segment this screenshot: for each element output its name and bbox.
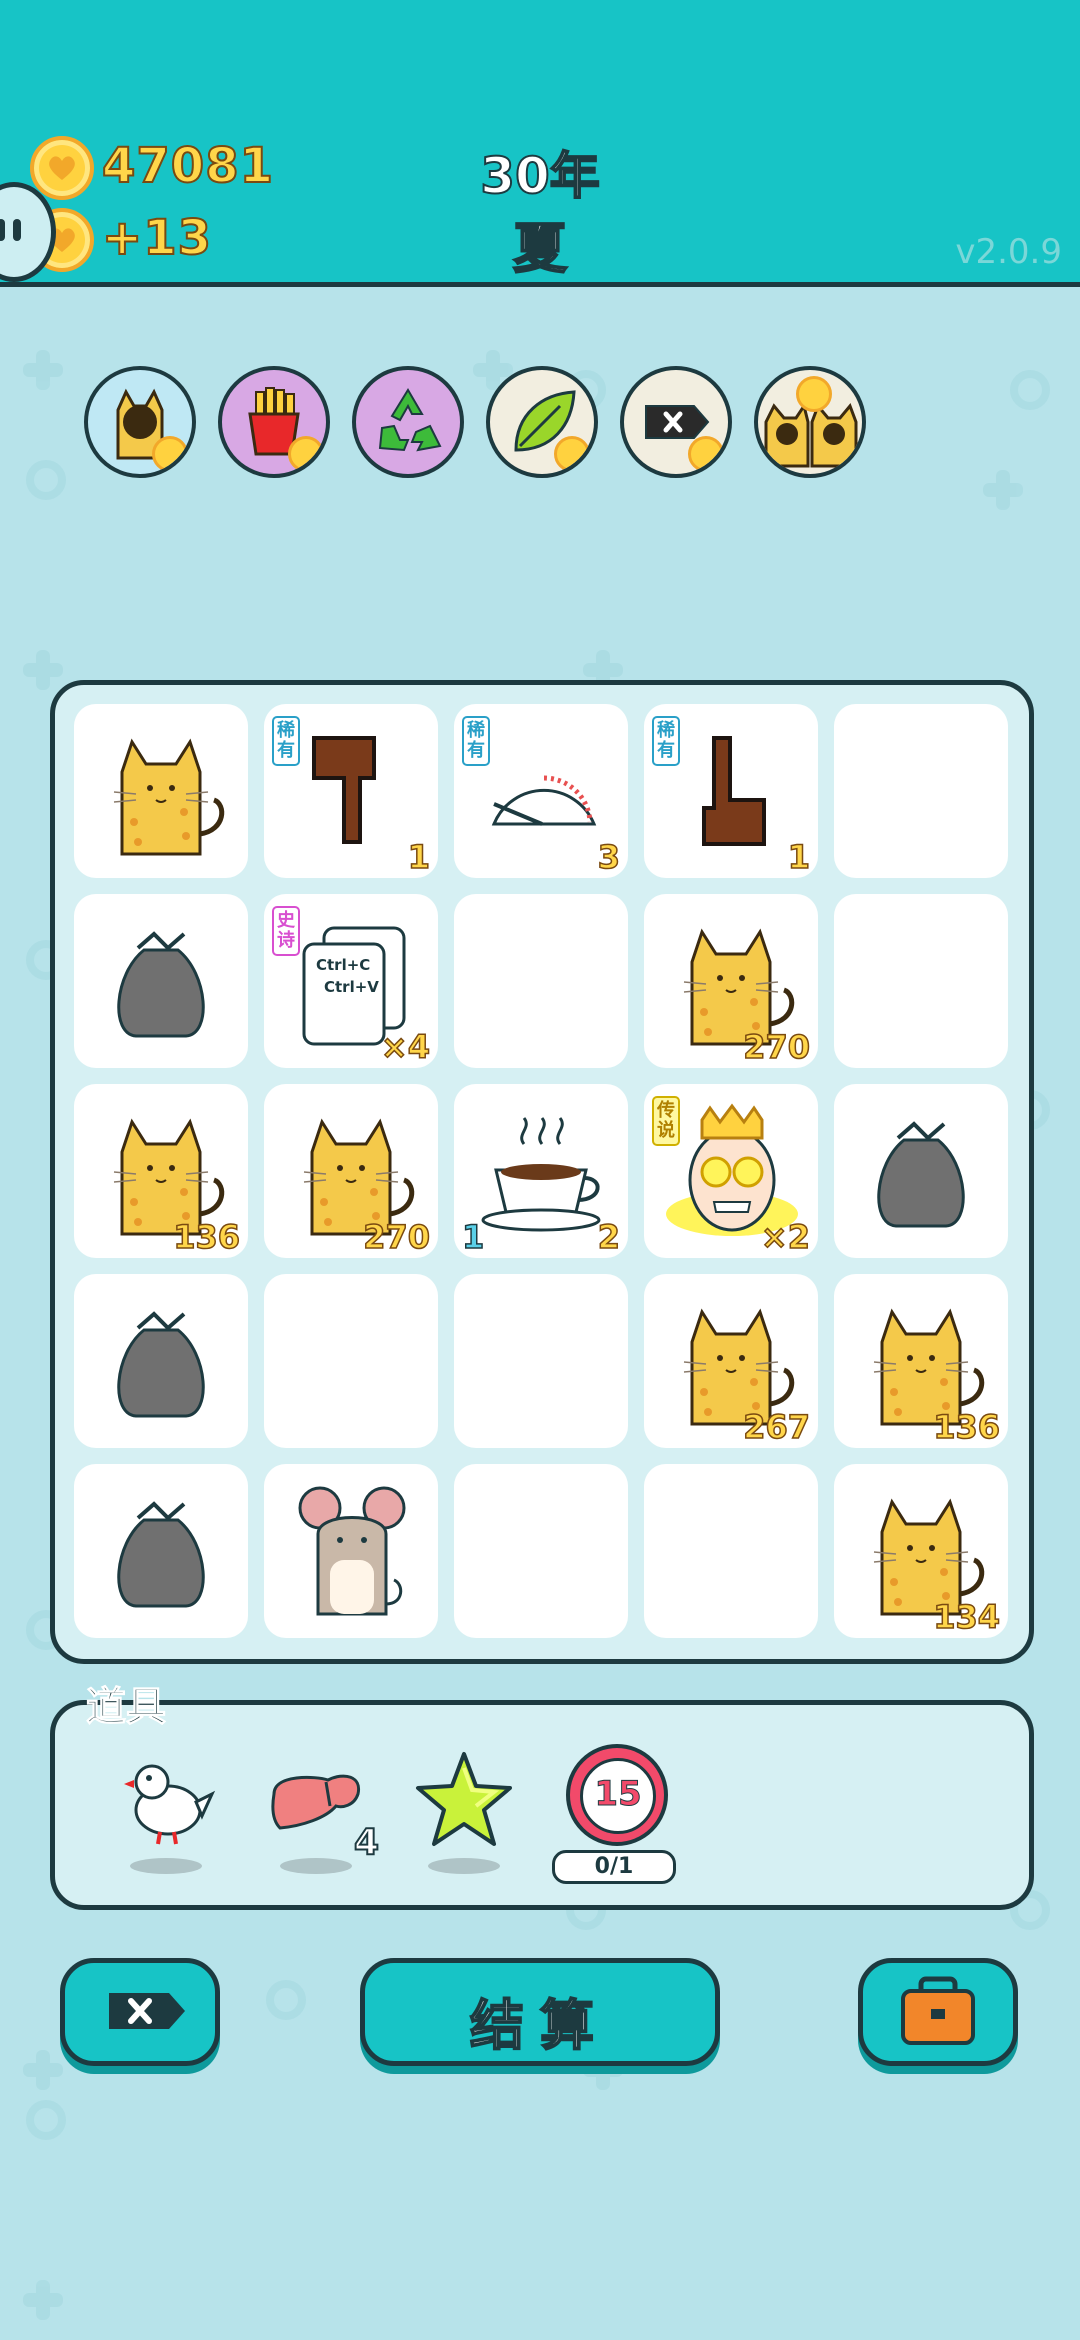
speedometer-slot[interactable]: 稀有 3	[454, 704, 628, 878]
recycle-buff-icon[interactable]	[352, 366, 464, 478]
cat-buff-icon[interactable]	[84, 366, 196, 478]
timer-item[interactable]: 15 0/1	[552, 1744, 682, 1884]
remove-tag-buff-icon[interactable]	[620, 366, 732, 478]
cat-slot[interactable]	[74, 704, 248, 878]
coin-total: 47081	[101, 137, 274, 195]
trash-bag-icon	[117, 931, 205, 1038]
star-item[interactable]	[414, 1750, 514, 1880]
rarity-tag: 史诗	[272, 906, 300, 956]
empty-slot[interactable]	[834, 704, 1008, 878]
leaf-buff-icon[interactable]	[486, 366, 598, 478]
ctrl-c-text: Ctrl+C	[316, 956, 371, 974]
mouse-slot[interactable]	[264, 1464, 438, 1638]
items-title: 道具	[86, 1684, 167, 1731]
cat-slot[interactable]: 270	[644, 894, 818, 1068]
slot-count: 136	[172, 1217, 240, 1257]
settle-button-label: 结算	[469, 1993, 610, 2058]
pointing-up-hand-slot[interactable]: 稀有 1	[644, 704, 818, 878]
slot-count: 270	[742, 1027, 810, 1067]
liver-count: 4	[353, 1821, 380, 1864]
mouse-icon	[298, 1486, 406, 1616]
slot-count: 3	[597, 837, 621, 877]
timer-progress: 0/1	[552, 1850, 676, 1884]
trash-bag-slot[interactable]	[74, 1274, 248, 1448]
liver-icon	[271, 1774, 361, 1830]
slot-count: 2	[597, 1217, 621, 1257]
star-icon	[416, 1752, 512, 1846]
briefcase-icon	[901, 1976, 975, 2045]
rarity-tag: 稀有	[272, 716, 300, 766]
rarity-tag: 传说	[652, 1096, 680, 1146]
dove-icon	[124, 1764, 216, 1845]
cat-icon	[113, 738, 225, 856]
cat-slot[interactable]: 267	[644, 1274, 818, 1448]
rarity-tag: 稀有	[652, 716, 680, 766]
year-label: 30年	[479, 146, 601, 206]
owl-cats-buff-icon[interactable]	[754, 366, 866, 478]
slot-count: ×2	[760, 1217, 811, 1257]
empty-slot[interactable]	[454, 894, 628, 1068]
ctrl-v-text: Ctrl+V	[324, 978, 379, 996]
trash-bag-slot[interactable]	[834, 1084, 1008, 1258]
timer-value: 15	[594, 1774, 642, 1815]
cat-slot[interactable]: 136	[834, 1274, 1008, 1448]
dove-item[interactable]	[116, 1750, 216, 1880]
slot-count: 1	[787, 837, 811, 877]
ctrl-c-ctrl-v-slot[interactable]: Ctrl+C Ctrl+V 史诗 ×4	[264, 894, 438, 1068]
empty-slot[interactable]	[454, 1274, 628, 1448]
coin-rate: +13	[101, 209, 213, 267]
trash-bag-icon	[117, 1501, 205, 1608]
cat-slot[interactable]: 136	[74, 1084, 248, 1258]
top-bar: 47081 +13 30年 夏 v2.0.9	[0, 0, 1080, 287]
coin-icon	[30, 136, 94, 200]
trash-bag-slot[interactable]	[74, 1464, 248, 1638]
fries-buff-icon[interactable]	[218, 366, 330, 478]
slot-count-left: 1	[461, 1217, 485, 1257]
empty-slot[interactable]	[264, 1274, 438, 1448]
liver-item[interactable]: 4	[266, 1750, 386, 1880]
slot-count: 1	[407, 837, 431, 877]
pointing-down-hand-slot[interactable]: 稀有 1	[264, 704, 438, 878]
settle-button[interactable]: 结算	[360, 1958, 720, 2066]
trash-bag-icon	[117, 1311, 205, 1418]
cat-slot[interactable]: 270	[264, 1084, 438, 1258]
slot-count: 267	[742, 1407, 810, 1447]
version-label: v2.0.9	[955, 232, 1062, 272]
empty-slot[interactable]	[644, 1464, 818, 1638]
cat-slot[interactable]: 134	[834, 1464, 1008, 1638]
empty-slot[interactable]	[454, 1464, 628, 1638]
bag-button[interactable]	[858, 1958, 1018, 2066]
empty-slot[interactable]	[834, 894, 1008, 1068]
slot-count: 136	[932, 1407, 1000, 1447]
remove-button[interactable]	[60, 1958, 220, 2066]
coffee-slot[interactable]: 12	[454, 1084, 628, 1258]
slot-count: ×4	[380, 1027, 431, 1067]
season-label: 夏	[512, 216, 568, 281]
trash-bag-slot[interactable]	[74, 894, 248, 1068]
slot-count: 134	[932, 1597, 1000, 1637]
slot-count: 270	[362, 1217, 430, 1257]
rarity-tag: 稀有	[462, 716, 490, 766]
king-slot[interactable]: 传说 ×2	[644, 1084, 818, 1258]
remove-tag-icon	[109, 1993, 185, 2029]
trash-bag-icon	[877, 1121, 965, 1228]
